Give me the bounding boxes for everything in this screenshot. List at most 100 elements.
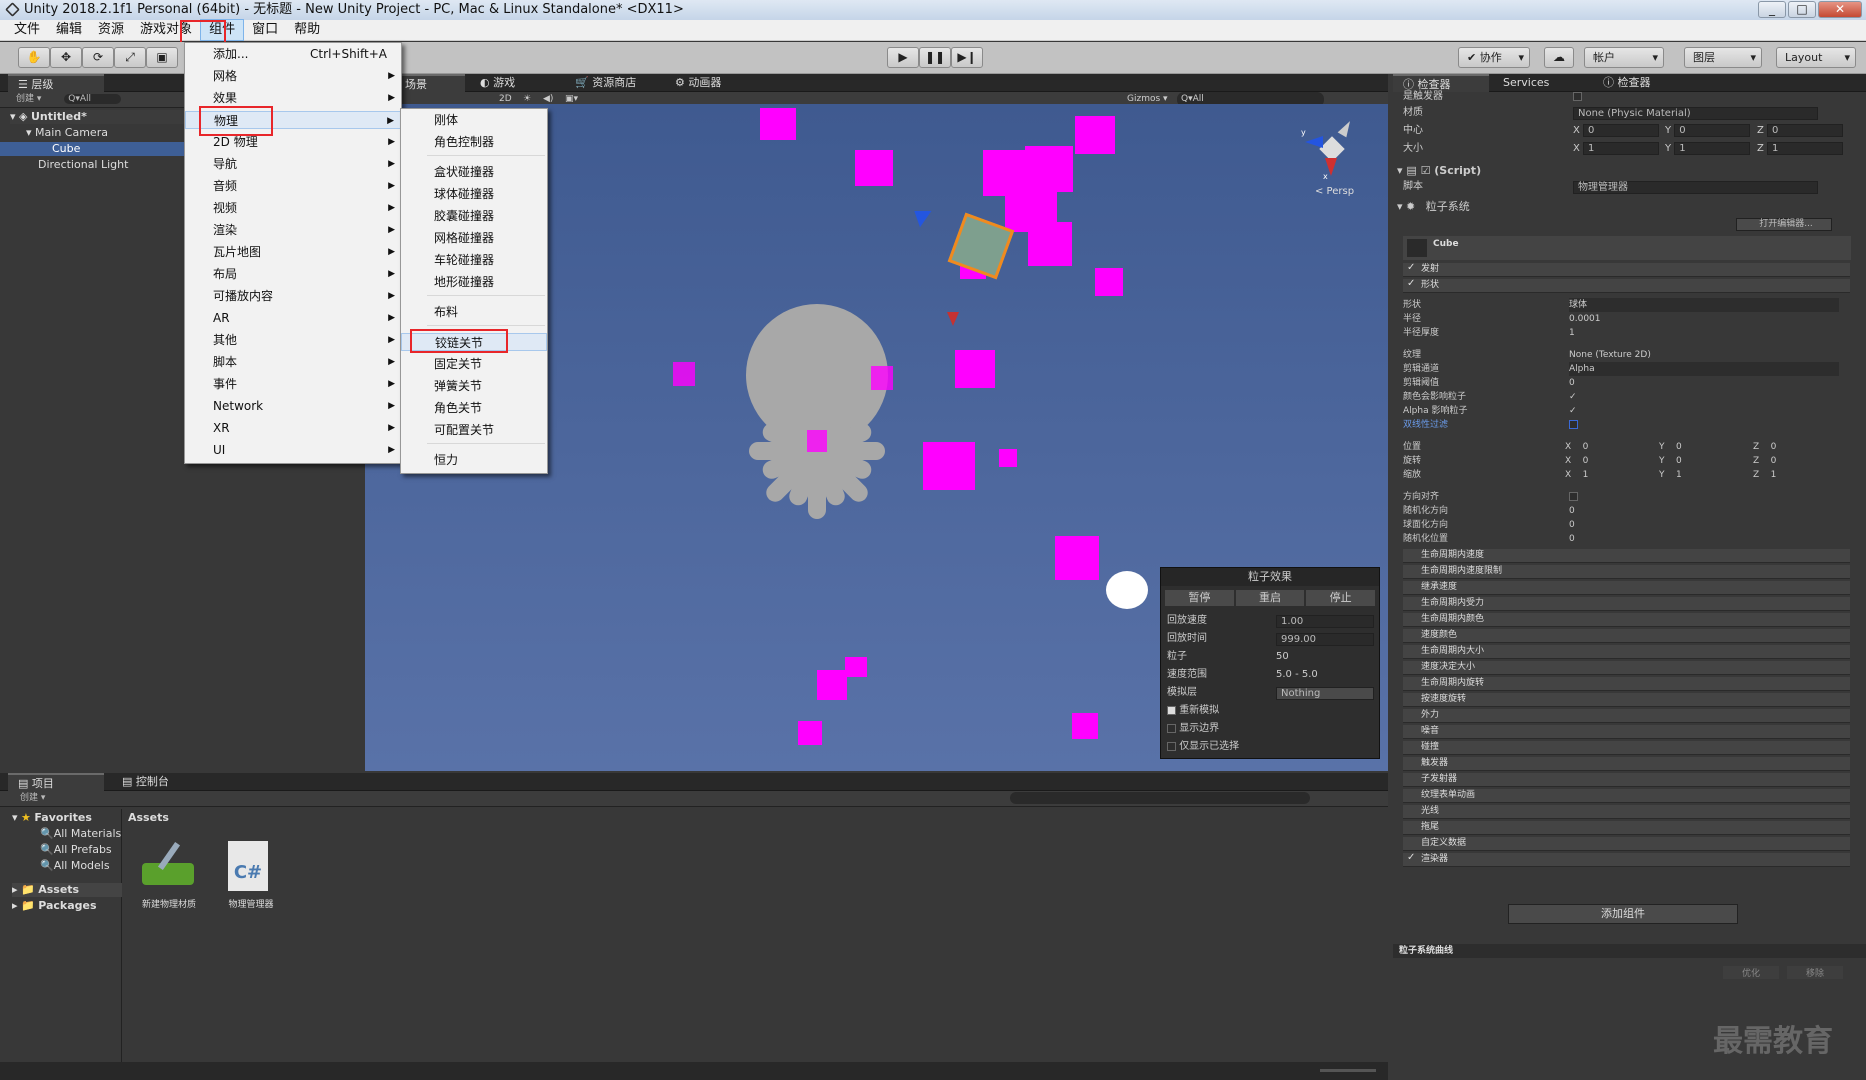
particle-system-main-module[interactable]: Cube <box>1403 236 1851 260</box>
module-collision[interactable]: 碰撞 <box>1403 741 1850 755</box>
randomize-direction-field[interactable]: 0 <box>1569 504 1856 518</box>
tab-scene[interactable]: 场景 <box>395 74 465 92</box>
menu-item-rigidbody[interactable]: 刚体 <box>401 111 547 129</box>
menu-window[interactable]: 窗口 <box>244 20 286 40</box>
renderer-check-icon[interactable]: ✓ <box>1407 852 1415 863</box>
module-limit-velocity[interactable]: 生命周期内速度限制 <box>1403 565 1850 579</box>
favorite-all-materials[interactable]: 🔍All Materials <box>40 827 121 841</box>
menu-item-spring-joint[interactable]: 弹簧关节 <box>401 377 547 395</box>
scale-z[interactable]: Z 1 <box>1753 468 1856 482</box>
open-editor-button[interactable]: 打开编辑器... <box>1736 218 1832 231</box>
zoom-slider[interactable] <box>1320 1069 1376 1072</box>
module-lights[interactable]: 光线 <box>1403 805 1850 819</box>
menu-item-tilemap[interactable]: 瓦片地图 ▶ <box>185 243 401 261</box>
playback-time-field[interactable]: 999.00 <box>1276 633 1374 646</box>
remove-button[interactable]: 移除 <box>1787 966 1843 979</box>
menu-item-event[interactable]: 事件 ▶ <box>185 375 401 393</box>
menu-item-ar[interactable]: AR ▶ <box>185 309 401 327</box>
scale-tool-icon[interactable]: ⤢ <box>114 47 146 68</box>
menu-item-ui[interactable]: UI ▶ <box>185 441 401 459</box>
module-rotation-by-speed[interactable]: 按速度旋转 <box>1403 693 1850 707</box>
hierarchy-search[interactable]: Q▾All <box>64 94 122 104</box>
move-tool-icon[interactable]: ✥ <box>50 47 82 68</box>
resimulate-checkbox[interactable]: 重新模拟 <box>1167 704 1369 718</box>
menu-item-hinge-joint[interactable]: 铰链关节 <box>401 333 547 351</box>
hand-tool-icon[interactable]: ✋ <box>18 47 50 68</box>
menu-assets[interactable]: 资源 <box>90 20 132 40</box>
project-create-button[interactable]: 创建 ▾ <box>20 793 45 803</box>
favorite-all-models[interactable]: 🔍All Models <box>40 859 110 873</box>
assets-folder[interactable]: ▸ 📁 Assets <box>12 883 122 897</box>
particle-system-header[interactable]: ▾ ✹ 粒子系统 <box>1397 200 1856 214</box>
menu-item-terrain-collider[interactable]: 地形碰撞器 <box>401 273 547 291</box>
menu-item-cloth[interactable]: 布料 <box>401 303 547 321</box>
cloud-icon[interactable]: ☁ <box>1544 47 1574 68</box>
optimize-button[interactable]: 优化 <box>1723 966 1779 979</box>
material-field[interactable]: None (Physic Material) <box>1573 107 1818 120</box>
tab-hierarchy[interactable]: ☰ 层级 <box>8 74 104 92</box>
module-inherit-velocity[interactable]: 继承速度 <box>1403 581 1850 595</box>
move-gizmo-z-arrow[interactable] <box>908 202 932 228</box>
menu-item-physics-2d[interactable]: 2D 物理 ▶ <box>185 133 401 151</box>
shape-check-icon[interactable]: ✓ <box>1407 278 1415 289</box>
account-dropdown[interactable]: 帐户 <box>1584 47 1664 68</box>
add-component-button[interactable]: 添加组件 <box>1508 904 1738 924</box>
menu-item-box-collider[interactable]: 盒状碰撞器 <box>401 163 547 181</box>
hierarchy-item-directional-light[interactable]: Directional Light <box>38 158 128 172</box>
menu-item-miscellaneous[interactable]: 其他 ▶ <box>185 331 401 349</box>
project-search[interactable] <box>1010 792 1310 804</box>
color-affects-checkbox[interactable]: ✓ <box>1569 390 1856 404</box>
rect-tool-icon[interactable]: ▣ <box>146 47 178 68</box>
module-size-over-lifetime[interactable]: 生命周期内大小 <box>1403 645 1850 659</box>
layout-dropdown[interactable]: Layout <box>1776 47 1856 68</box>
show-bounds-checkbox[interactable]: 显示边界 <box>1167 722 1369 736</box>
menu-item-character-joint[interactable]: 角色关节 <box>401 399 547 417</box>
tab-project[interactable]: ▤ 项目 <box>8 773 104 791</box>
menu-gameobject[interactable]: 游戏对象 <box>132 20 200 40</box>
layers-dropdown[interactable]: 图层 <box>1684 47 1762 68</box>
menu-item-audio[interactable]: 音频 ▶ <box>185 177 401 195</box>
show-only-selected-checkbox[interactable]: 仅显示已选择 <box>1167 740 1369 754</box>
menu-item-fixed-joint[interactable]: 固定关节 <box>401 355 547 373</box>
menu-item-rendering[interactable]: 渲染 ▶ <box>185 221 401 239</box>
module-trails[interactable]: 拖尾 <box>1403 821 1850 835</box>
minimize-button[interactable]: _ <box>1758 1 1786 18</box>
simulate-layers-dropdown[interactable]: Nothing <box>1276 687 1374 700</box>
pause-button[interactable]: 暂停 <box>1165 590 1234 606</box>
menu-item-playables[interactable]: 可播放内容 ▶ <box>185 287 401 305</box>
asset-physics-manager-script[interactable]: C# 物理管理器 <box>224 841 280 911</box>
menu-help[interactable]: 帮助 <box>286 20 328 40</box>
menu-item-configurable-joint[interactable]: 可配置关节 <box>401 421 547 439</box>
menu-item-physics[interactable]: 物理 ▶ <box>185 111 401 129</box>
module-custom-data[interactable]: 自定义数据 <box>1403 837 1850 851</box>
pause-icon[interactable]: ❚❚ <box>919 47 951 68</box>
menu-item-mesh-collider[interactable]: 网格碰撞器 <box>401 229 547 247</box>
clip-threshold-field[interactable]: 0 <box>1569 376 1856 390</box>
module-sub-emitters[interactable]: 子发射器 <box>1403 773 1850 787</box>
menu-item-add[interactable]: 添加... Ctrl+Shift+A <box>185 45 401 63</box>
position-z[interactable]: Z 0 <box>1753 440 1856 454</box>
menu-item-effects[interactable]: 效果 ▶ <box>185 89 401 107</box>
menu-item-constant-force[interactable]: 恒力 <box>401 451 547 469</box>
module-triggers[interactable]: 触发器 <box>1403 757 1850 771</box>
collab-dropdown[interactable]: ✔ 协作 <box>1458 47 1530 68</box>
menu-file[interactable]: 文件 <box>6 20 48 40</box>
module-size-by-speed[interactable]: 速度决定大小 <box>1403 661 1850 675</box>
menu-item-capsule-collider[interactable]: 胶囊碰撞器 <box>401 207 547 225</box>
tab-console[interactable]: ▤ 控制台 <box>112 773 179 791</box>
maximize-button[interactable]: □ <box>1788 1 1816 18</box>
module-renderer[interactable]: 渲染器 <box>1403 853 1850 867</box>
restart-button[interactable]: 重启 <box>1235 590 1305 606</box>
module-velocity-over-lifetime[interactable]: 生命周期内速度 <box>1403 549 1850 563</box>
move-gizmo-y-arrow[interactable] <box>947 312 959 326</box>
persp-label[interactable]: < Persp <box>1315 186 1354 197</box>
menu-item-character-controller[interactable]: 角色控制器 <box>401 133 547 151</box>
menu-edit[interactable]: 编辑 <box>48 20 90 40</box>
align-to-direction-checkbox[interactable] <box>1569 492 1578 501</box>
stop-button[interactable]: 停止 <box>1306 590 1376 606</box>
menu-component[interactable]: 组件 <box>200 19 245 41</box>
rotate-tool-icon[interactable]: ⟳ <box>82 47 114 68</box>
menu-item-network[interactable]: Network ▶ <box>185 397 401 415</box>
size-z[interactable]: Z 1 <box>1757 142 1856 156</box>
menu-item-sphere-collider[interactable]: 球体碰撞器 <box>401 185 547 203</box>
